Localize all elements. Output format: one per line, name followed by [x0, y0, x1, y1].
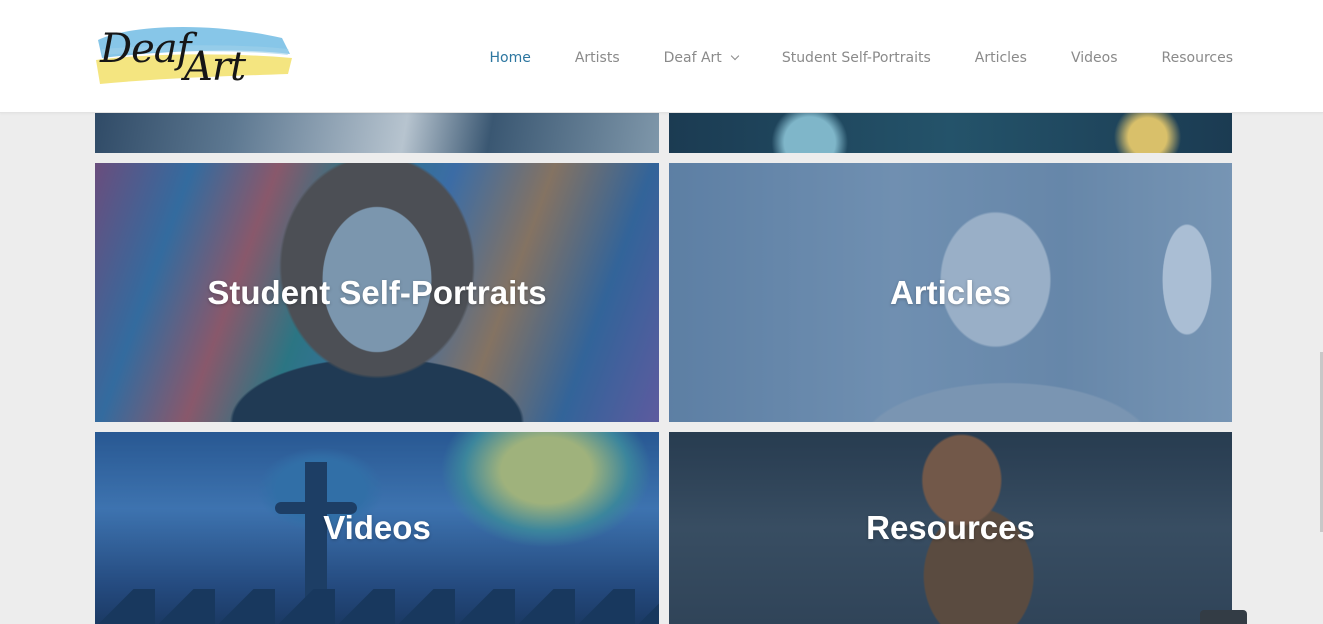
chevron-down-icon: [730, 51, 740, 61]
main-nav: Home Artists Deaf Art Student Self-Portr…: [445, 50, 1233, 66]
page: Deaf Art Home Artists Deaf Art Student S…: [0, 0, 1323, 624]
nav-item-label: Artists: [574, 50, 620, 66]
nav-item-label: Deaf Art: [663, 50, 722, 66]
nav-item-videos[interactable]: Videos: [1071, 50, 1118, 66]
nav-item-label: Home: [489, 50, 531, 66]
nav-item-articles[interactable]: Articles: [975, 50, 1027, 66]
site-logo[interactable]: Deaf Art: [92, 14, 297, 98]
nav-item-label: Articles: [974, 50, 1027, 66]
logo-text-art: Art: [184, 44, 246, 90]
tile-label: Resources: [866, 509, 1035, 546]
tile-label: Student Self-Portraits: [207, 273, 547, 311]
site-header: Deaf Art Home Artists Deaf Art Student S…: [0, 0, 1323, 113]
tile-videos[interactable]: Videos: [95, 432, 659, 624]
nav-item-artists[interactable]: Artists: [575, 50, 620, 66]
back-to-top-button[interactable]: [1200, 610, 1247, 624]
nav-item-label: Videos: [1070, 50, 1118, 66]
tile-articles[interactable]: Articles: [669, 163, 1232, 422]
tile-label: Articles: [889, 273, 1012, 311]
tile-resources[interactable]: Resources: [669, 432, 1232, 624]
nav-item-home[interactable]: Home: [489, 50, 530, 66]
nav-item-deaf-art[interactable]: Deaf Art: [663, 50, 740, 66]
logo-text-deaf: Deaf: [100, 26, 191, 72]
nav-item-student-self-portraits[interactable]: Student Self-Portraits: [782, 50, 931, 66]
nav-item-resources[interactable]: Resources: [1162, 50, 1234, 66]
nav-item-label: Student Self-Portraits: [781, 50, 931, 66]
tile-label: Videos: [323, 509, 431, 546]
tile-student-self-portraits[interactable]: Student Self-Portraits: [95, 163, 659, 422]
nav-item-label: Resources: [1161, 50, 1234, 66]
